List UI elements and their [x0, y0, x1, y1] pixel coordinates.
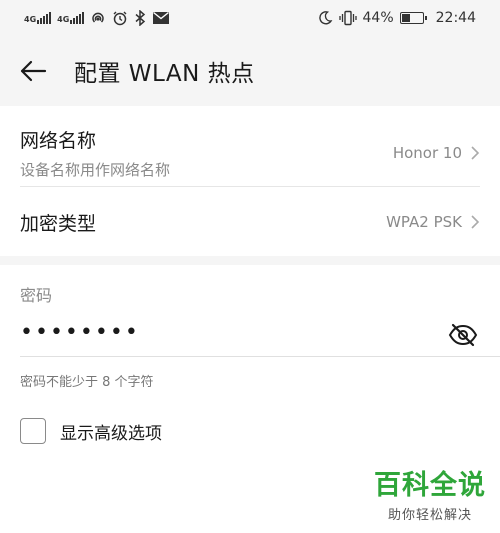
chevron-right-icon: [471, 215, 480, 229]
encryption-type-value: WPA2 PSK: [386, 213, 462, 231]
password-field[interactable]: ••••••••: [20, 320, 140, 345]
alarm-icon: [113, 11, 127, 26]
toggle-visibility-button[interactable]: [448, 321, 478, 349]
advanced-options-checkbox[interactable]: [20, 418, 46, 444]
hotspot-icon: [92, 12, 105, 23]
divider: [20, 186, 480, 187]
watermark: 百科全说 助你轻松解决: [374, 463, 486, 523]
network-name-row[interactable]: 网络名称 设备名称用作网络名称 Honor 10: [20, 118, 480, 188]
arrow-left-icon: [20, 60, 47, 82]
network-type-label: 4G: [57, 15, 70, 24]
battery-percent: 44%: [362, 10, 394, 26]
vibrate-icon: [338, 10, 357, 26]
eye-off-icon: [448, 323, 478, 347]
clock: 22:44: [435, 10, 476, 26]
watermark-title: 百科全说: [374, 470, 486, 501]
status-icons-left: 4G 4G: [24, 10, 170, 26]
watermark-subtitle: 助你轻松解决: [387, 508, 472, 523]
network-name-label: 网络名称: [20, 130, 97, 152]
encryption-type-row[interactable]: 加密类型 WPA2 PSK: [20, 188, 480, 256]
password-label: 密码: [20, 286, 53, 305]
mail-icon: [153, 11, 170, 24]
battery-fill: [401, 14, 410, 22]
moon-icon: [318, 11, 332, 25]
status-icons-right: 44% 22:44: [317, 10, 476, 26]
app-bar: 配置 WLAN 热点: [0, 36, 500, 106]
signal-icon: 4G: [24, 12, 52, 24]
hotspot-settings-card: 网络名称 设备名称用作网络名称 Honor 10 加密类型 WPA2 PSK: [0, 106, 500, 256]
status-bar: 4G 4G 44% 22:44: [0, 0, 500, 36]
encryption-type-label: 加密类型: [20, 212, 97, 235]
advanced-options-row[interactable]: 显示高级选项: [20, 418, 162, 444]
signal-icon: 4G: [57, 12, 85, 24]
network-name-sublabel: 设备名称用作网络名称: [20, 161, 171, 179]
password-underline: [20, 356, 500, 357]
network-type-label: 4G: [24, 15, 37, 24]
bluetooth-icon: [135, 10, 146, 26]
password-card: 密码 •••••••• 密码不能少于 8 个字符 显示高级选项 百科全说 助你轻…: [0, 265, 500, 533]
battery-icon: [399, 12, 427, 24]
advanced-options-label: 显示高级选项: [60, 423, 162, 444]
back-button[interactable]: [18, 56, 48, 86]
page-title: 配置 WLAN 热点: [74, 61, 255, 87]
network-name-value: Honor 10: [392, 144, 462, 162]
password-hint: 密码不能少于 8 个字符: [20, 375, 154, 390]
chevron-right-icon: [471, 146, 480, 160]
